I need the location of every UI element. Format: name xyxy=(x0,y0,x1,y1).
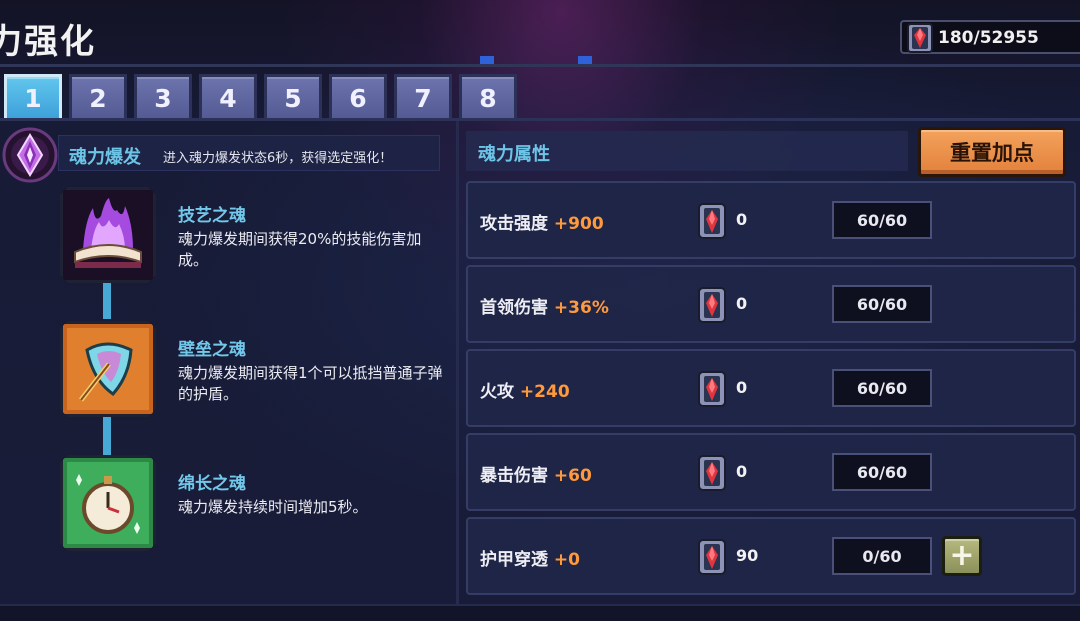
burst-row: 魂力爆发 进入魂力爆发状态6秒，获得选定强化！ xyxy=(0,127,458,183)
header: 力强化 180/52955 xyxy=(0,0,1080,67)
tab-2[interactable]: 2 xyxy=(69,74,127,120)
soul-gem-icon xyxy=(696,370,728,412)
attribute-level: 60/60 xyxy=(832,453,932,491)
attribute-label: 首领伤害 +36% xyxy=(480,298,609,318)
tab-6[interactable]: 6 xyxy=(329,74,387,120)
attribute-level: 60/60 xyxy=(832,285,932,323)
currency-value: 180/52955 xyxy=(938,28,1039,48)
attributes-header: 魂力属性 xyxy=(466,131,908,171)
page-title: 力强化 xyxy=(0,22,96,62)
path-connector xyxy=(103,417,111,455)
attributes-title: 魂力属性 xyxy=(478,144,550,165)
tab-7[interactable]: 7 xyxy=(394,74,452,120)
purple-flame-book-icon xyxy=(60,187,156,283)
attribute-row: 暴击伤害 +60 0 60/60 xyxy=(466,433,1076,511)
reset-points-button[interactable]: 重置加点 xyxy=(918,127,1066,177)
soul-option-skill[interactable]: 技艺之魂 魂力爆发期间获得20%的技能伤害加成。 xyxy=(60,187,450,287)
soul-description: 魂力爆发持续时间增加5秒。 xyxy=(178,498,368,516)
burst-name: 魂力爆发 xyxy=(69,147,141,168)
soul-description: 魂力爆发期间获得1个可以抵挡普通子弹的护盾。 xyxy=(178,364,443,403)
tab-5[interactable]: 5 xyxy=(264,74,322,120)
attribute-label: 攻击强度 +900 xyxy=(480,214,604,234)
attribute-level: 60/60 xyxy=(832,369,932,407)
stopwatch-icon xyxy=(60,455,156,551)
burst-info-bar: 魂力爆发 进入魂力爆发状态6秒，获得选定强化！ xyxy=(58,135,440,171)
soul-crystal-icon[interactable] xyxy=(2,127,58,187)
shield-icon xyxy=(60,321,156,417)
attribute-label: 火攻 +240 xyxy=(480,382,570,402)
soul-gem-icon xyxy=(696,538,728,580)
tab-1[interactable]: 1 xyxy=(4,74,62,120)
soul-burst-panel: 魂力爆发 进入魂力爆发状态6秒，获得选定强化！ 技艺之魂 魂力爆发期间获得20%… xyxy=(0,121,458,605)
attribute-cost: 90 xyxy=(736,546,759,565)
attribute-cost: 0 xyxy=(736,462,748,481)
attribute-label: 护甲穿透 +0 xyxy=(480,550,580,570)
attribute-row: 攻击强度 +900 0 60/60 xyxy=(466,181,1076,259)
attribute-row: 火攻 +240 0 60/60 xyxy=(466,349,1076,427)
soul-name: 绵长之魂 xyxy=(178,474,246,494)
soul-option-barrier[interactable]: 壁垒之魂 魂力爆发期间获得1个可以抵挡普通子弹的护盾。 xyxy=(60,321,450,421)
tab-8[interactable]: 8 xyxy=(459,74,517,120)
soul-name: 壁垒之魂 xyxy=(178,340,246,360)
soul-gem-icon xyxy=(696,202,728,244)
currency-counter: 180/52955 xyxy=(900,20,1080,54)
add-point-button[interactable]: + xyxy=(942,536,982,576)
attribute-row: 护甲穿透 +0 90 0/60 + xyxy=(466,517,1076,595)
panel-divider xyxy=(456,121,459,605)
soul-name: 技艺之魂 xyxy=(178,206,246,226)
attribute-bonus: +36% xyxy=(553,298,609,318)
attribute-row: 首领伤害 +36% 0 60/60 xyxy=(466,265,1076,343)
tab-3[interactable]: 3 xyxy=(134,74,192,120)
soul-gem-icon xyxy=(696,454,728,496)
tab-4[interactable]: 4 xyxy=(199,74,257,120)
attribute-level: 60/60 xyxy=(832,201,932,239)
bottom-border xyxy=(0,604,1080,621)
attribute-cost: 0 xyxy=(736,378,748,397)
header-divider xyxy=(0,64,1080,67)
soul-gem-icon xyxy=(904,21,936,59)
attribute-bonus: +900 xyxy=(553,214,604,234)
attribute-level: 0/60 xyxy=(832,537,932,575)
burst-description: 进入魂力爆发状态6秒，获得选定强化！ xyxy=(163,151,393,166)
attribute-bonus: +60 xyxy=(553,466,592,486)
attribute-cost: 0 xyxy=(736,294,748,313)
soul-option-endurance[interactable]: 绵长之魂 魂力爆发持续时间增加5秒。 xyxy=(60,455,450,555)
attribute-cost: 0 xyxy=(736,210,748,229)
soul-gem-icon xyxy=(696,286,728,328)
soul-description: 魂力爆发期间获得20%的技能伤害加成。 xyxy=(178,230,422,269)
attribute-label: 暴击伤害 +60 xyxy=(480,466,592,486)
attribute-bonus: +0 xyxy=(553,550,580,570)
attribute-bonus: +240 xyxy=(519,382,570,402)
